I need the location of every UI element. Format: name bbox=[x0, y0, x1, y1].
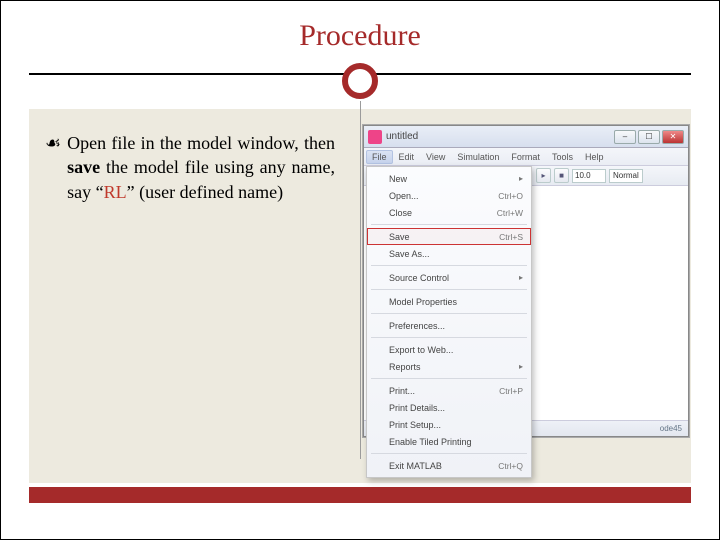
menu-item-shortcut: Ctrl+Q bbox=[498, 461, 523, 471]
text-segment: ” (user defined name) bbox=[127, 182, 283, 202]
bullet-icon: ☙ bbox=[45, 131, 61, 204]
sim-mode-select[interactable]: Normal bbox=[609, 169, 643, 183]
menu-item-model-properties[interactable]: Model Properties bbox=[367, 293, 531, 310]
menu-item-print-details[interactable]: Print Details... bbox=[367, 399, 531, 416]
tb-stop-icon[interactable]: ■ bbox=[554, 168, 569, 183]
menu-simulation[interactable]: Simulation bbox=[451, 152, 505, 162]
menu-item-preferences[interactable]: Preferences... bbox=[367, 317, 531, 334]
slide-title: Procedure bbox=[1, 19, 719, 53]
menu-item-label: Reports bbox=[389, 362, 421, 372]
menu-format[interactable]: Format bbox=[505, 152, 546, 162]
text-segment: Open file in the model window, then bbox=[67, 133, 335, 153]
window-title: untitled bbox=[386, 131, 418, 142]
menu-item-save-as[interactable]: Save As... bbox=[367, 245, 531, 262]
instruction-text: ☙ Open file in the model window, then sa… bbox=[45, 131, 335, 204]
menu-item-label: Preferences... bbox=[389, 321, 445, 331]
menu-item-print[interactable]: Print... Ctrl+P bbox=[367, 382, 531, 399]
menu-item-shortcut: Ctrl+O bbox=[498, 191, 523, 201]
menu-item-label: Close bbox=[389, 208, 412, 218]
tb-play-icon[interactable]: ▸ bbox=[536, 168, 551, 183]
menu-item-close[interactable]: Close Ctrl+W bbox=[367, 204, 531, 221]
app-icon bbox=[368, 130, 382, 144]
slide: Procedure ☙ Open file in the model windo… bbox=[0, 0, 720, 540]
menu-separator bbox=[371, 265, 527, 266]
menu-help[interactable]: Help bbox=[579, 152, 610, 162]
menu-item-shortcut: Ctrl+P bbox=[499, 386, 523, 396]
menu-item-label: New bbox=[389, 174, 407, 184]
accent-ring-icon bbox=[342, 63, 378, 99]
menu-separator bbox=[371, 224, 527, 225]
sim-time-field[interactable]: 10.0 bbox=[572, 169, 606, 183]
footer-bar bbox=[29, 487, 691, 503]
menu-item-label: Print... bbox=[389, 386, 415, 396]
menu-separator bbox=[371, 289, 527, 290]
menu-item-source-control[interactable]: Source Control ▸ bbox=[367, 269, 531, 286]
menu-item-shortcut: Ctrl+S bbox=[499, 232, 523, 242]
rl-placeholder: RL bbox=[104, 182, 127, 202]
menu-separator bbox=[371, 337, 527, 338]
maximize-button[interactable]: ☐ bbox=[638, 130, 660, 144]
menu-item-label: Source Control bbox=[389, 273, 449, 283]
menu-item-label: Open... bbox=[389, 191, 419, 201]
status-solver: ode45 bbox=[660, 424, 682, 433]
menu-separator bbox=[371, 313, 527, 314]
menu-separator bbox=[371, 453, 527, 454]
menu-item-label: Export to Web... bbox=[389, 345, 453, 355]
menu-item-reports[interactable]: Reports ▸ bbox=[367, 358, 531, 375]
close-button[interactable]: ✕ bbox=[662, 130, 684, 144]
window-titlebar[interactable]: untitled – ☐ ✕ bbox=[364, 126, 688, 148]
save-emphasis: save bbox=[67, 157, 100, 177]
menu-item-shortcut: Ctrl+W bbox=[497, 208, 523, 218]
menu-item-label: Print Setup... bbox=[389, 420, 441, 430]
menu-item-open[interactable]: Open... Ctrl+O bbox=[367, 187, 531, 204]
menu-bar: File Edit View Simulation Format Tools H… bbox=[364, 148, 688, 166]
menu-item-label: Model Properties bbox=[389, 297, 457, 307]
menu-edit[interactable]: Edit bbox=[393, 152, 421, 162]
menu-item-save[interactable]: Save Ctrl+S bbox=[367, 228, 531, 245]
menu-tools[interactable]: Tools bbox=[546, 152, 579, 162]
menu-item-label: Exit MATLAB bbox=[389, 461, 442, 471]
vertical-divider bbox=[360, 101, 361, 459]
menu-item-new[interactable]: New ▸ bbox=[367, 170, 531, 187]
menu-item-label: Enable Tiled Printing bbox=[389, 437, 472, 447]
chevron-right-icon: ▸ bbox=[519, 362, 523, 371]
menu-separator bbox=[371, 378, 527, 379]
file-menu-dropdown: New▸Open...Ctrl+OCloseCtrl+WSaveCtrl+SSa… bbox=[366, 166, 532, 478]
simulink-window: untitled – ☐ ✕ File Edit View Simulation… bbox=[363, 125, 689, 437]
menu-item-label: Save As... bbox=[389, 249, 430, 259]
menu-item-label: Print Details... bbox=[389, 403, 445, 413]
menu-item-enable-tiled-printing[interactable]: Enable Tiled Printing bbox=[367, 433, 531, 450]
minimize-button[interactable]: – bbox=[614, 130, 636, 144]
menu-file[interactable]: File bbox=[366, 150, 393, 164]
menu-item-exit-matlab[interactable]: Exit MATLAB Ctrl+Q bbox=[367, 457, 531, 474]
menu-item-label: Save bbox=[389, 232, 410, 242]
chevron-right-icon: ▸ bbox=[519, 273, 523, 282]
menu-view[interactable]: View bbox=[420, 152, 451, 162]
menu-item-print-setup[interactable]: Print Setup... bbox=[367, 416, 531, 433]
instruction-paragraph: Open file in the model window, then save… bbox=[67, 131, 335, 204]
menu-item-export-to-web[interactable]: Export to Web... bbox=[367, 341, 531, 358]
chevron-right-icon: ▸ bbox=[519, 174, 523, 183]
